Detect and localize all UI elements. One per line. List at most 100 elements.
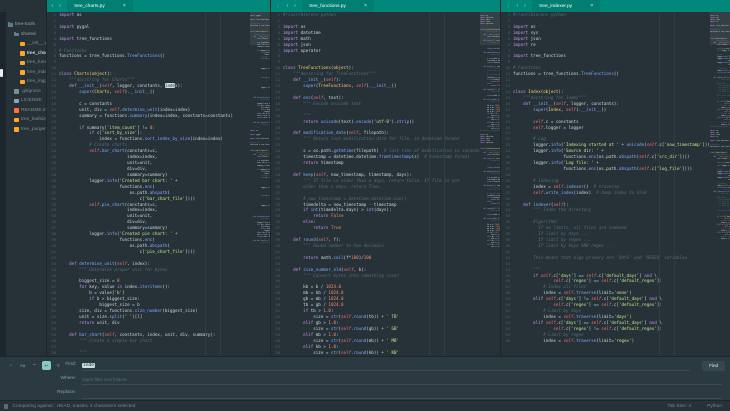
code-line: summary = functions.summary(index=index,… bbox=[250, 166, 270, 168]
tab-label: tree_indexer.py bbox=[539, 4, 572, 9]
minimap[interactable]: #!/usr/bin/env python import osimport sy… bbox=[710, 12, 730, 356]
tab-label: tree_charts.py bbox=[74, 4, 104, 9]
code-line: index = self.traverse(limit='regex') bbox=[513, 338, 710, 344]
tab-tree-charts[interactable]: tree_charts.py × bbox=[67, 0, 133, 12]
sidebar-item-tree-functions-py[interactable]: tree_functions.py bbox=[6, 58, 46, 68]
tab-bar: ‹ › tree_charts.py × bbox=[47, 0, 270, 12]
tab-tree-functions[interactable]: tree_functions.py × bbox=[302, 0, 374, 12]
sidebar-item-label: tree_functions.py bbox=[27, 60, 46, 65]
sidebar-item-tree-logger-py[interactable]: tree_logger.py bbox=[6, 77, 46, 87]
sidebar-item-tree-purger-py[interactable]: tree_purger.py bbox=[6, 125, 46, 135]
minimap-viewport[interactable] bbox=[710, 12, 730, 45]
sidebar-item-readme-md[interactable]: README.md bbox=[6, 106, 46, 116]
line-number: 56 bbox=[501, 338, 510, 344]
code-line: c['pie_chart_file']))) bbox=[250, 94, 270, 96]
sidebar-item-tree-leafsize-py[interactable]: tree_leafsize.py bbox=[6, 115, 46, 125]
file-icon bbox=[14, 99, 19, 104]
status-syntax[interactable]: Python bbox=[707, 404, 722, 409]
minimap-viewport[interactable] bbox=[250, 12, 270, 45]
sidebar-item-tree-indexer-py[interactable]: tree_indexer.py bbox=[6, 68, 46, 78]
tab-label: tree_functions.py bbox=[309, 4, 346, 9]
code-line: return True bbox=[480, 86, 500, 88]
code-line: """ Round number to two decimals bbox=[480, 92, 500, 94]
replace-input[interactable] bbox=[82, 388, 722, 399]
code-line: index = self.traverse(limit='regex') bbox=[710, 239, 730, 241]
tab-scroll-right-icon[interactable]: › bbox=[293, 0, 298, 12]
tab-scroll-left-icon[interactable]: ‹ bbox=[515, 0, 520, 12]
file-icon bbox=[14, 118, 19, 123]
ruler bbox=[205, 12, 206, 356]
sidebar-item--init-py[interactable]: __init__.py bbox=[6, 39, 46, 49]
code-area[interactable]: import os import pygal import tree_funct… bbox=[59, 12, 250, 356]
sidebar-item-tree-tools[interactable]: tree-tools bbox=[6, 20, 46, 30]
tab-scroll-right-icon[interactable]: › bbox=[58, 0, 63, 12]
tab-scroll-left-icon[interactable]: ‹ bbox=[285, 0, 290, 12]
find-input[interactable]: inde bbox=[82, 360, 690, 371]
ruler bbox=[220, 12, 221, 356]
code-line: return timestamp bbox=[480, 63, 500, 65]
close-icon[interactable]: × bbox=[364, 3, 367, 9]
ruler bbox=[429, 12, 430, 356]
file-icon bbox=[20, 80, 25, 85]
sidebar-item-label: .gitignore bbox=[21, 89, 41, 94]
sidebar-item-license[interactable]: LICENSE bbox=[6, 96, 46, 106]
where-label: Where: bbox=[0, 376, 76, 381]
minimap-content: import os import pygal import tree_funct… bbox=[250, 12, 270, 249]
tab-tree-indexer[interactable]: tree_indexer.py × bbox=[532, 0, 600, 12]
code-line: #!/usr/bin/env python bbox=[710, 127, 730, 129]
code-line: functions = tree_functions.TreeFunctions… bbox=[710, 147, 730, 149]
overflow-menu-icon[interactable]: ⋮ bbox=[504, 0, 512, 12]
code-line: functions.enc(os.path.abspath(self.c['lo… bbox=[710, 65, 730, 67]
code-line: import tree_functions bbox=[250, 139, 270, 141]
tab-scroll-left-icon[interactable]: ‹ bbox=[50, 0, 55, 12]
editor-pane-2: ⋮ ‹ › tree_functions.py × 12345678910111… bbox=[270, 0, 500, 356]
sidebar-item-shared[interactable]: shared bbox=[6, 30, 46, 40]
tab-scroll-right-icon[interactable]: › bbox=[523, 0, 528, 12]
line-number: 58 bbox=[271, 350, 280, 356]
sidebar-item-label: tree_indexer.py bbox=[27, 70, 46, 75]
code-line: size = str(self.round(kb)) + ' KB' bbox=[480, 247, 500, 249]
minimap[interactable]: #!/usr/bin/env python import osimport da… bbox=[480, 12, 500, 356]
code-line: """ Determine proper unit for bytes bbox=[250, 100, 270, 102]
status-bar: Comparing against : HEAD, master, 4 char… bbox=[0, 400, 730, 411]
active-file-indicator bbox=[0, 69, 3, 77]
sidebar-item-label: README.md bbox=[21, 108, 46, 113]
code-line: This means that algo primary are 'DAYS' … bbox=[513, 255, 710, 261]
overflow-menu-icon[interactable]: ⋮ bbox=[274, 0, 282, 12]
status-tab-size[interactable]: Tab Size: 4 bbox=[667, 404, 691, 409]
file-icon bbox=[20, 51, 25, 56]
code-line: """ Round number to two decimals bbox=[480, 211, 500, 213]
minimap[interactable]: import os import pygal import tree_funct… bbox=[250, 12, 270, 356]
code-line: self.write_index(index) # dump index to … bbox=[710, 188, 730, 190]
where-input[interactable]: Open files and folders bbox=[82, 374, 722, 385]
code-area[interactable]: #!/usr/bin/env python import osimport sy… bbox=[513, 12, 710, 356]
code-area[interactable]: #!/usr/bin/env python import osimport da… bbox=[283, 12, 480, 356]
status-icon[interactable] bbox=[4, 404, 8, 409]
minimap-viewport[interactable] bbox=[480, 12, 500, 45]
sidebar-item-tree-charts-py[interactable]: tree_charts.py bbox=[6, 49, 46, 59]
code-line: - If limit by days AND regex ... bbox=[710, 92, 730, 94]
file-icon bbox=[20, 61, 25, 66]
file-icon bbox=[20, 42, 25, 47]
code-line: """ bbox=[250, 247, 270, 249]
close-icon[interactable]: × bbox=[123, 3, 126, 9]
gutter: 1234567891011121314151617181920212223242… bbox=[501, 12, 513, 356]
file-tree: tree-tools shared__init__.pytree_charts.p… bbox=[6, 20, 46, 356]
find-button[interactable]: Find bbox=[702, 361, 725, 371]
minimap-content: #!/usr/bin/env python import osimport sy… bbox=[710, 12, 730, 241]
code-line: """ Return last modification date for fi… bbox=[480, 55, 500, 57]
code-line: functions.enc(os.path.abspath(self.c['lo… bbox=[513, 166, 710, 172]
find-label: Find: bbox=[0, 362, 76, 367]
ruler bbox=[659, 12, 660, 356]
close-icon[interactable]: × bbox=[590, 3, 593, 9]
code-line: """ Determine proper unit for bytes bbox=[250, 219, 270, 221]
code-lines: import os import pygal import tree_funct… bbox=[59, 12, 250, 355]
file-icon bbox=[20, 70, 25, 75]
sidebar-item-label: tree-tools bbox=[15, 22, 35, 27]
code-line: super(Index, self).__init__() bbox=[710, 45, 730, 47]
code-line: self.logger = logger bbox=[710, 51, 730, 53]
file-icon bbox=[14, 108, 19, 113]
sidebar-item--gitignore[interactable]: .gitignore bbox=[6, 87, 46, 97]
tab-bar: ⋮ ‹ › tree_indexer.py × bbox=[501, 0, 730, 12]
code-line: return unicode(text).encode('utf-8').str… bbox=[480, 168, 500, 170]
